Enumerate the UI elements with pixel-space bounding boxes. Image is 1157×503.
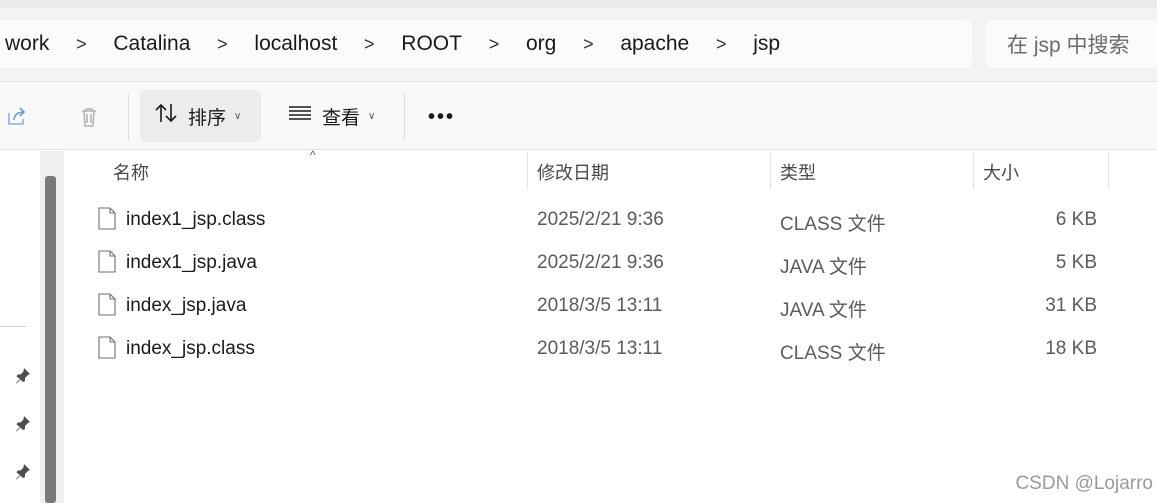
pin-icon[interactable] (14, 366, 34, 386)
file-date: 2018/3/5 13:11 (537, 338, 663, 359)
file-date: 2018/3/5 13:11 (537, 295, 663, 316)
view-lines-icon (288, 104, 312, 128)
title-strip (0, 0, 1157, 8)
navigation-pane (0, 151, 40, 503)
toolbar-divider (128, 94, 129, 140)
file-name[interactable]: index_jsp.java (126, 295, 246, 317)
file-icon (98, 250, 116, 273)
toolbar-divider (404, 94, 405, 140)
more-options-button[interactable]: ••• (428, 106, 455, 129)
breadcrumb-separator[interactable]: > (343, 34, 395, 55)
breadcrumb-separator[interactable]: > (55, 34, 107, 55)
file-type: CLASS 文件 (780, 343, 886, 364)
breadcrumb-item-catalina[interactable]: Catalina (107, 32, 196, 56)
file-row[interactable]: index1_jsp.class 2025/2/21 9:36 CLASS 文件 6 … (90, 198, 1110, 241)
trash-icon[interactable] (76, 104, 102, 130)
file-icon (98, 207, 116, 230)
breadcrumb[interactable]: work > Catalina > localhost > ROOT > org… (0, 20, 972, 68)
breadcrumb-item-apache[interactable]: apache (614, 32, 695, 56)
file-name[interactable]: index1_jsp.class (126, 209, 265, 231)
file-name[interactable]: index_jsp.class (126, 338, 255, 360)
column-divider[interactable] (1108, 152, 1109, 190)
breadcrumb-item-jsp[interactable]: jsp (747, 32, 786, 56)
column-divider[interactable] (527, 152, 528, 190)
file-date: 2025/2/21 9:36 (537, 252, 664, 273)
nav-scrollbar-thumb[interactable] (45, 176, 56, 503)
column-header-size[interactable]: 大小 (983, 152, 1103, 192)
file-size: 31 KB (1045, 295, 1097, 316)
sort-button[interactable]: 排序 ∨ (140, 90, 261, 142)
breadcrumb-separator[interactable]: > (562, 34, 614, 55)
column-header-type[interactable]: 类型 (780, 152, 970, 192)
column-divider[interactable] (973, 152, 974, 190)
column-header-date[interactable]: 修改日期 (537, 152, 767, 192)
share-icon[interactable] (4, 104, 30, 130)
chevron-down-icon: ∨ (234, 110, 242, 122)
column-divider[interactable] (770, 152, 771, 190)
sort-label: 排序 (188, 107, 227, 129)
chevron-down-icon: ∨ (368, 110, 376, 122)
file-row[interactable]: index_jsp.class 2018/3/5 13:11 CLASS 文件 18 … (90, 327, 1110, 370)
file-icon (98, 293, 116, 316)
file-date: 2025/2/21 9:36 (537, 209, 664, 230)
view-label: 查看 (322, 107, 361, 129)
file-size: 6 KB (1055, 209, 1097, 230)
file-size: 5 KB (1055, 252, 1097, 273)
breadcrumb-item-org[interactable]: org (520, 32, 562, 56)
file-type: JAVA 文件 (780, 257, 867, 278)
file-type: JAVA 文件 (780, 300, 867, 321)
breadcrumb-separator[interactable]: > (468, 34, 520, 55)
file-row[interactable]: index_jsp.java 2018/3/5 13:11 JAVA 文件 31 KB (90, 284, 1110, 327)
watermark: CSDN @Lojarro (1015, 473, 1153, 494)
command-toolbar: 排序 ∨ 查看 ∨ ••• (0, 82, 1157, 150)
sort-arrows-icon (154, 102, 178, 130)
breadcrumb-separator[interactable]: > (196, 34, 248, 55)
nav-divider (0, 326, 26, 327)
view-button[interactable]: 查看 ∨ (288, 90, 388, 142)
file-name[interactable]: index1_jsp.java (126, 252, 257, 274)
file-size: 18 KB (1045, 338, 1097, 359)
breadcrumb-item-root[interactable]: ROOT (395, 32, 468, 56)
file-icon (98, 336, 116, 359)
pin-icon[interactable] (14, 414, 34, 434)
breadcrumb-separator[interactable]: > (695, 34, 747, 55)
breadcrumb-item-localhost[interactable]: localhost (248, 32, 343, 56)
pin-icon[interactable] (14, 462, 34, 482)
column-header-name[interactable]: 名称 (113, 152, 523, 192)
file-row[interactable]: index1_jsp.java 2025/2/21 9:36 JAVA 文件 5 KB (90, 241, 1110, 284)
address-bar-row: work > Catalina > localhost > ROOT > org… (0, 0, 1157, 82)
search-input[interactable]: 在 jsp 中搜索 (986, 20, 1157, 68)
file-type: CLASS 文件 (780, 214, 886, 235)
breadcrumb-item-work[interactable]: work (0, 32, 55, 56)
